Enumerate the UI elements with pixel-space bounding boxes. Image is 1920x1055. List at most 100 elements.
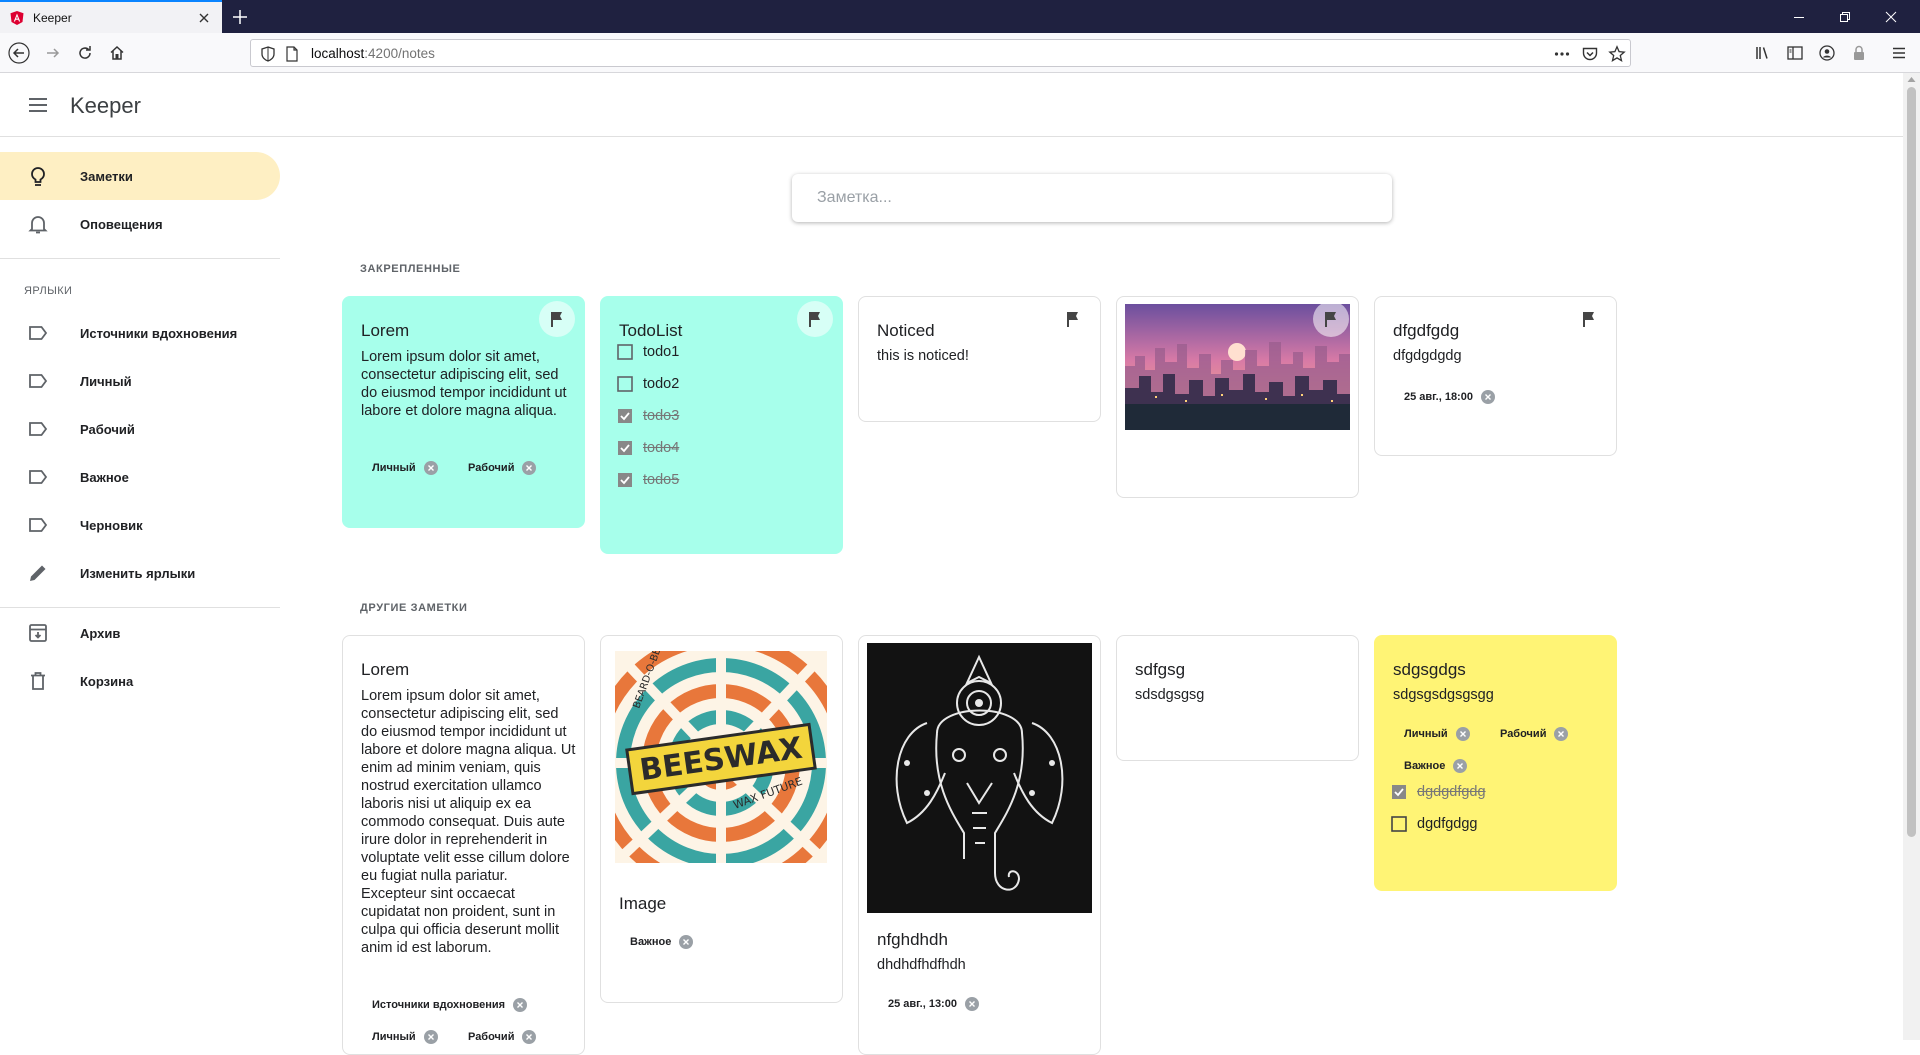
close-window-button[interactable] [1868,0,1914,33]
note-card[interactable]: BEESWAX BEARD-O-BEES WAX FUTURE Image Ва… [600,635,843,1003]
page-scrollbar[interactable] [1903,73,1920,1040]
remove-label-icon[interactable] [513,998,528,1012]
labels-heading: ЯРЛЫКИ [24,285,73,297]
sidebar-item-edit-labels[interactable]: Изменить ярлыки [0,549,280,597]
hamburger-menu-icon[interactable] [26,93,50,117]
remove-label-icon[interactable] [1453,759,1468,773]
label-chip-text: Рабочий [468,462,515,474]
sidebar-item-label: Важное [80,469,129,485]
sidebar-item-label-draft[interactable]: Черновик [0,501,280,549]
pin-button[interactable] [1313,301,1349,337]
note-card[interactable]: sdgsgdgs sdgsgsdgsgsgg Личный Рабочий Ва… [1374,635,1617,891]
bell-icon [28,216,48,234]
sidebar-toggle-icon[interactable] [1786,44,1804,62]
sidebar-item-trash[interactable]: Корзина [0,657,280,705]
note-card[interactable]: dfgdfgdg dfgdgdgdg 25 авг., 18:00 [1374,296,1617,456]
browser-menu-icon[interactable] [1890,44,1908,62]
checkbox-checked-icon[interactable] [617,472,633,488]
pin-button[interactable] [1571,301,1607,337]
reminder-chip[interactable]: 25 авг., 13:00 [888,992,979,1016]
note-card[interactable]: Noticed this is noticed! [858,296,1101,422]
pocket-icon[interactable] [1581,45,1599,63]
note-card[interactable]: Lorem Lorem ipsum dolor sit amet, consec… [342,296,585,528]
note-text: sdgsgsdgsgsgg [1393,687,1494,703]
close-tab-icon[interactable] [196,10,212,26]
flag-pin-icon [809,312,820,327]
forward-button[interactable] [40,40,66,66]
app-header: Keeper [0,73,1903,137]
minimize-button[interactable] [1776,0,1822,33]
sidebar-item-archive[interactable]: Архив [0,609,280,657]
minimize-icon [1794,16,1804,18]
pin-button[interactable] [539,301,575,337]
remove-label-icon[interactable] [522,1030,537,1044]
todo-item[interactable]: todo3 [617,405,679,427]
checkbox-unchecked-icon[interactable] [1391,816,1407,832]
todo-item[interactable]: dgdgdfgdg [1391,781,1486,803]
app-title: Keeper [70,93,141,118]
checkbox-unchecked-icon[interactable] [617,344,633,360]
tracking-shield-icon[interactable] [259,45,277,63]
remove-label-icon[interactable] [423,1030,438,1044]
back-button[interactable] [6,40,32,66]
new-tab-icon[interactable] [230,7,250,27]
lock-icon[interactable] [1850,44,1868,62]
note-text: Lorem ipsum dolor sit amet, consectetur … [361,349,567,419]
note-card[interactable]: Lorem Lorem ipsum dolor sit amet, consec… [342,635,585,1055]
note-input-placeholder: Заметка... [817,189,892,206]
address-bar[interactable]: localhost:4200/notes [250,39,1631,67]
todo-item[interactable]: todo2 [617,373,679,395]
note-card[interactable]: sdfgsg sdsdgsgsg [1116,635,1359,761]
checkbox-checked-icon[interactable] [1391,784,1407,800]
url-path: :4200/notes [364,45,435,61]
sidebar-item-label-inspiration[interactable]: Источники вдохновения [0,309,280,357]
label-icon [29,374,48,388]
checkbox-checked-icon[interactable] [617,440,633,456]
sidebar-item-notes[interactable]: Заметки [0,152,280,200]
pin-button[interactable] [1055,301,1091,337]
account-icon[interactable] [1818,44,1836,62]
note-card[interactable]: TodoList todo1 todo2 todo3 todo4 todo5 [600,296,843,554]
reload-button[interactable] [72,40,98,66]
sidebar-item-label-work[interactable]: Рабочий [0,405,280,453]
sidebar-item-label: Корзина [80,673,134,689]
note-card[interactable] [1116,296,1359,498]
note-text: dhdhdfhdfhdh [877,957,966,973]
note-card[interactable]: nfghdhdh dhdhdfhdfhdh 25 авг., 13:00 [858,635,1101,1055]
sidebar-item-reminders[interactable]: Оповещения [0,200,280,248]
flag-pin-icon [551,312,562,327]
remove-label-icon[interactable] [1455,727,1470,741]
flag-pin-icon [1325,312,1336,327]
browser-tab[interactable]: Keeper [0,0,222,33]
checkbox-unchecked-icon[interactable] [617,376,633,392]
todo-item[interactable]: todo1 [617,341,679,363]
note-input[interactable]: Заметка... [792,174,1392,222]
todo-item[interactable]: todo5 [617,469,679,491]
more-actions-icon[interactable] [1553,45,1571,63]
remove-label-icon[interactable] [679,935,694,949]
sidebar-item-label-personal[interactable]: Личный [0,357,280,405]
scrollbar-thumb[interactable] [1907,87,1916,837]
remove-label-icon[interactable] [423,461,438,475]
sidebar-item-label-important[interactable]: Важное [0,453,280,501]
sidebar-item-label: Черновик [80,517,143,533]
page-info-icon[interactable] [283,45,301,63]
todo-item[interactable]: todo4 [617,437,679,459]
home-button[interactable] [104,40,130,66]
note-title: TodoList [619,321,683,340]
checkbox-checked-icon[interactable] [617,408,633,424]
library-icon[interactable] [1754,44,1772,62]
label-chip: Источники вдохновения [372,993,528,1017]
remove-label-icon[interactable] [1554,727,1569,741]
remove-label-icon[interactable] [522,461,537,475]
remove-reminder-icon[interactable] [964,997,979,1011]
pin-button[interactable] [797,301,833,337]
remove-reminder-icon[interactable] [1480,390,1495,404]
close-window-icon [1885,11,1897,22]
todo-item[interactable]: dgdfgdgg [1391,813,1477,835]
label-chip-text: Личный [372,462,416,474]
reminder-chip[interactable]: 25 авг., 18:00 [1404,385,1495,409]
restore-button[interactable] [1822,0,1868,33]
bookmark-star-icon[interactable] [1608,45,1626,63]
scroll-up-icon[interactable] [1907,76,1916,83]
